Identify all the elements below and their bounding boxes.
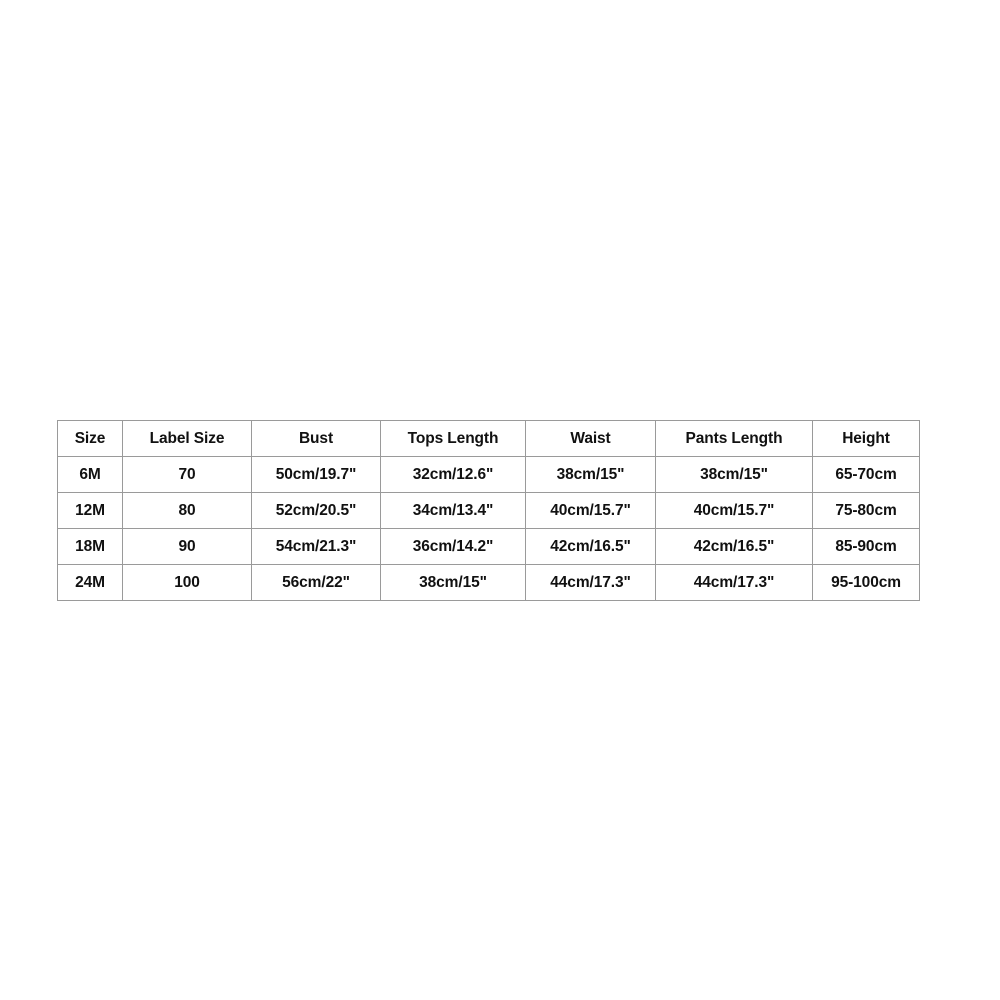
cell-bust: 54cm/21.3": [251, 528, 381, 565]
cell-height: 95-100cm: [812, 564, 920, 601]
cell-height: 85-90cm: [812, 528, 920, 565]
table-row: 24M 100 56cm/22" 38cm/15" 44cm/17.3" 44c…: [57, 564, 920, 601]
cell-pants-length: 40cm/15.7": [655, 492, 813, 529]
cell-size: 18M: [57, 528, 123, 565]
cell-size: 6M: [57, 456, 123, 493]
column-header-height: Height: [812, 420, 920, 457]
cell-waist: 42cm/16.5": [525, 528, 656, 565]
cell-tops-length: 36cm/14.2": [380, 528, 526, 565]
cell-label-size: 80: [122, 492, 252, 529]
column-header-tops-length: Tops Length: [380, 420, 526, 457]
cell-tops-length: 34cm/13.4": [380, 492, 526, 529]
cell-tops-length: 32cm/12.6": [380, 456, 526, 493]
cell-waist: 38cm/15": [525, 456, 656, 493]
table-row: 12M 80 52cm/20.5" 34cm/13.4" 40cm/15.7" …: [57, 492, 920, 529]
cell-bust: 50cm/19.7": [251, 456, 381, 493]
table-row: 6M 70 50cm/19.7" 32cm/12.6" 38cm/15" 38c…: [57, 456, 920, 493]
table-header-row: Size Label Size Bust Tops Length Waist P…: [57, 420, 920, 457]
cell-height: 65-70cm: [812, 456, 920, 493]
column-header-label-size: Label Size: [122, 420, 252, 457]
cell-label-size: 90: [122, 528, 252, 565]
column-header-size: Size: [57, 420, 123, 457]
cell-size: 12M: [57, 492, 123, 529]
cell-waist: 40cm/15.7": [525, 492, 656, 529]
cell-pants-length: 44cm/17.3": [655, 564, 813, 601]
cell-waist: 44cm/17.3": [525, 564, 656, 601]
cell-pants-length: 42cm/16.5": [655, 528, 813, 565]
cell-height: 75-80cm: [812, 492, 920, 529]
table-row: 18M 90 54cm/21.3" 36cm/14.2" 42cm/16.5" …: [57, 528, 920, 565]
column-header-waist: Waist: [525, 420, 656, 457]
table-header: Size Label Size Bust Tops Length Waist P…: [57, 420, 920, 457]
cell-bust: 52cm/20.5": [251, 492, 381, 529]
size-chart-table: Size Label Size Bust Tops Length Waist P…: [57, 420, 920, 601]
cell-tops-length: 38cm/15": [380, 564, 526, 601]
cell-size: 24M: [57, 564, 123, 601]
cell-bust: 56cm/22": [251, 564, 381, 601]
size-chart-container: Size Label Size Bust Tops Length Waist P…: [57, 420, 920, 601]
table-body: 6M 70 50cm/19.7" 32cm/12.6" 38cm/15" 38c…: [57, 456, 920, 601]
cell-label-size: 70: [122, 456, 252, 493]
column-header-pants-length: Pants Length: [655, 420, 813, 457]
page-canvas: Size Label Size Bust Tops Length Waist P…: [0, 0, 1000, 1000]
column-header-bust: Bust: [251, 420, 381, 457]
cell-pants-length: 38cm/15": [655, 456, 813, 493]
cell-label-size: 100: [122, 564, 252, 601]
